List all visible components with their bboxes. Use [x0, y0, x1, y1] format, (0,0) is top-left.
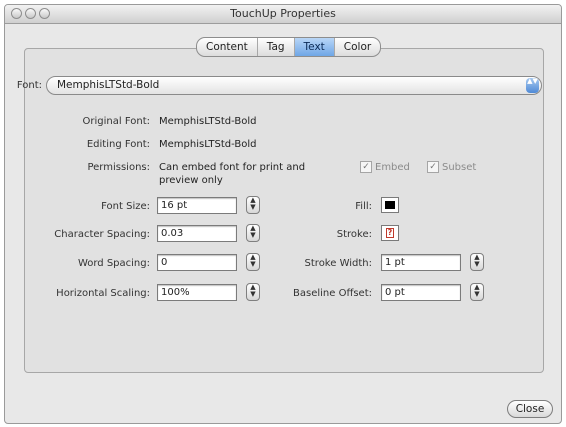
font-select[interactable]: MemphisLTStd-Bold ▲▼ [46, 76, 542, 95]
stroke-width-input[interactable]: 1 pt [381, 254, 461, 271]
tab-tag[interactable]: Tag [258, 38, 295, 56]
permissions-line-2: preview only [159, 175, 223, 186]
character-spacing-input[interactable]: 0.03 [157, 225, 237, 242]
stroke-label: Stroke: [336, 229, 372, 240]
baseline-offset-input[interactable]: 0 pt [381, 284, 461, 301]
font-size-label: Font Size: [101, 201, 150, 212]
fill-color-chip [385, 201, 395, 209]
window-title: TouchUp Properties [230, 7, 336, 20]
tab-text[interactable]: Text [294, 38, 335, 56]
select-arrows-icon: ▲▼ [526, 78, 539, 93]
baseline-offset-label: Baseline Offset: [293, 288, 372, 299]
editing-font-value: MemphisLTStd-Bold [159, 139, 257, 150]
horizontal-scaling-input[interactable]: 100% [157, 284, 237, 301]
stroke-width-stepper[interactable]: ▲ ▼ [470, 253, 484, 271]
font-size-stepper[interactable]: ▲ ▼ [246, 196, 260, 214]
word-spacing-stepper[interactable]: ▲ ▼ [246, 253, 260, 271]
font-size-input[interactable]: 16 pt [157, 197, 237, 214]
subset-checkbox[interactable]: ✓ Subset [427, 161, 476, 173]
fill-label: Fill: [355, 201, 372, 212]
title-bar: TouchUp Properties [5, 5, 561, 24]
stroke-width-label: Stroke Width: [304, 258, 372, 269]
permissions-line-1: Can embed font for print and [159, 162, 306, 173]
close-button[interactable]: Close [507, 400, 553, 418]
tab-bar: Content Tag Text Color [196, 37, 382, 57]
stroke-color-swatch[interactable]: ? [381, 225, 399, 241]
permissions-label: Permissions: [87, 162, 150, 173]
embed-label: Embed [375, 162, 410, 173]
character-spacing-label: Character Spacing: [54, 229, 150, 240]
tab-content[interactable]: Content [197, 38, 258, 56]
original-font-value: MemphisLTStd-Bold [159, 116, 257, 127]
word-spacing-label: Word Spacing: [77, 258, 150, 269]
horizontal-scaling-label: Horizontal Scaling: [56, 288, 150, 299]
word-spacing-input[interactable]: 0 [157, 254, 237, 271]
editing-font-label: Editing Font: [86, 139, 150, 150]
checkmark-icon: ✓ [427, 161, 439, 173]
embed-checkbox[interactable]: ✓ Embed [360, 161, 410, 173]
no-color-icon: ? [386, 228, 394, 238]
fill-color-swatch[interactable] [381, 197, 399, 213]
original-font-label: Original Font: [82, 116, 150, 127]
font-select-value: MemphisLTStd-Bold [57, 79, 160, 91]
character-spacing-stepper[interactable]: ▲ ▼ [246, 224, 260, 242]
horizontal-scaling-stepper[interactable]: ▲ ▼ [246, 283, 260, 301]
checkmark-icon: ✓ [360, 161, 372, 173]
font-label: Font: [16, 80, 42, 91]
tab-color[interactable]: Color [335, 38, 380, 56]
baseline-offset-stepper[interactable]: ▲ ▼ [470, 283, 484, 301]
subset-label: Subset [442, 162, 477, 173]
